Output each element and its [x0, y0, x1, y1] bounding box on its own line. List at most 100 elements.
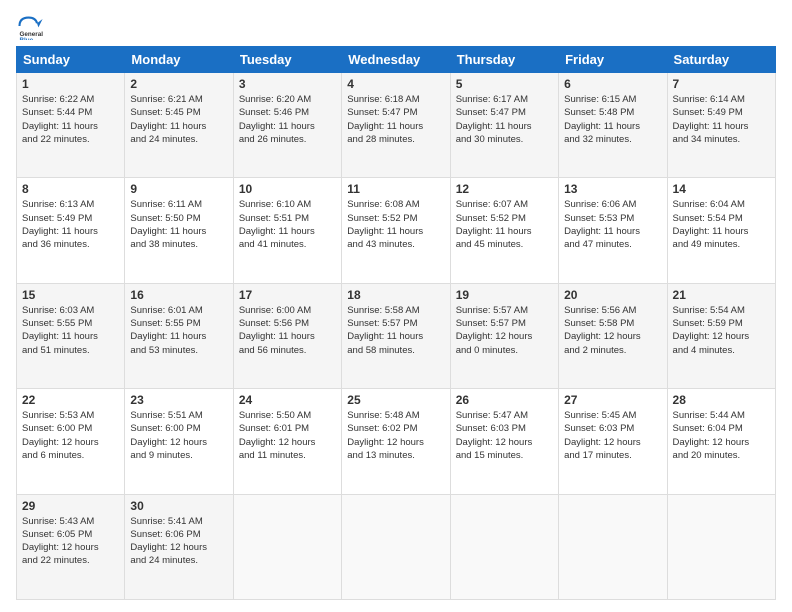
day-number: 21	[673, 288, 770, 302]
calendar-day-cell: 9 Sunrise: 6:11 AMSunset: 5:50 PMDayligh…	[125, 178, 233, 283]
calendar-day-cell	[342, 494, 450, 599]
calendar-day-cell: 24 Sunrise: 5:50 AMSunset: 6:01 PMDaylig…	[233, 389, 341, 494]
calendar-header-sunday: Sunday	[17, 47, 125, 73]
day-number: 8	[22, 182, 119, 196]
day-info: Sunrise: 6:17 AMSunset: 5:47 PMDaylight:…	[456, 94, 532, 145]
calendar-day-cell: 6 Sunrise: 6:15 AMSunset: 5:48 PMDayligh…	[559, 73, 667, 178]
day-number: 18	[347, 288, 444, 302]
day-number: 25	[347, 393, 444, 407]
day-info: Sunrise: 6:21 AMSunset: 5:45 PMDaylight:…	[130, 94, 206, 145]
day-info: Sunrise: 6:20 AMSunset: 5:46 PMDaylight:…	[239, 94, 315, 145]
calendar-day-cell: 11 Sunrise: 6:08 AMSunset: 5:52 PMDaylig…	[342, 178, 450, 283]
calendar-day-cell: 19 Sunrise: 5:57 AMSunset: 5:57 PMDaylig…	[450, 283, 558, 388]
calendar-week-row: 22 Sunrise: 5:53 AMSunset: 6:00 PMDaylig…	[17, 389, 776, 494]
calendar-day-cell: 29 Sunrise: 5:43 AMSunset: 6:05 PMDaylig…	[17, 494, 125, 599]
calendar-header-friday: Friday	[559, 47, 667, 73]
day-info: Sunrise: 5:41 AMSunset: 6:06 PMDaylight:…	[130, 516, 207, 567]
day-info: Sunrise: 5:48 AMSunset: 6:02 PMDaylight:…	[347, 410, 424, 461]
day-info: Sunrise: 5:57 AMSunset: 5:57 PMDaylight:…	[456, 305, 533, 356]
day-number: 23	[130, 393, 227, 407]
calendar-week-row: 29 Sunrise: 5:43 AMSunset: 6:05 PMDaylig…	[17, 494, 776, 599]
calendar-day-cell: 17 Sunrise: 6:00 AMSunset: 5:56 PMDaylig…	[233, 283, 341, 388]
calendar-day-cell: 2 Sunrise: 6:21 AMSunset: 5:45 PMDayligh…	[125, 73, 233, 178]
calendar-day-cell: 7 Sunrise: 6:14 AMSunset: 5:49 PMDayligh…	[667, 73, 775, 178]
day-info: Sunrise: 6:00 AMSunset: 5:56 PMDaylight:…	[239, 305, 315, 356]
day-info: Sunrise: 5:51 AMSunset: 6:00 PMDaylight:…	[130, 410, 207, 461]
calendar-day-cell: 1 Sunrise: 6:22 AMSunset: 5:44 PMDayligh…	[17, 73, 125, 178]
day-info: Sunrise: 5:54 AMSunset: 5:59 PMDaylight:…	[673, 305, 750, 356]
calendar-day-cell	[559, 494, 667, 599]
day-info: Sunrise: 5:45 AMSunset: 6:03 PMDaylight:…	[564, 410, 641, 461]
day-info: Sunrise: 5:43 AMSunset: 6:05 PMDaylight:…	[22, 516, 99, 567]
header: General Blue	[16, 12, 776, 40]
logo-icon: General Blue	[16, 12, 44, 40]
calendar-day-cell: 15 Sunrise: 6:03 AMSunset: 5:55 PMDaylig…	[17, 283, 125, 388]
day-number: 12	[456, 182, 553, 196]
calendar-day-cell: 25 Sunrise: 5:48 AMSunset: 6:02 PMDaylig…	[342, 389, 450, 494]
calendar-header-thursday: Thursday	[450, 47, 558, 73]
day-number: 30	[130, 499, 227, 513]
logo: General Blue	[16, 12, 48, 40]
day-info: Sunrise: 6:22 AMSunset: 5:44 PMDaylight:…	[22, 94, 98, 145]
day-number: 3	[239, 77, 336, 91]
calendar-day-cell: 30 Sunrise: 5:41 AMSunset: 6:06 PMDaylig…	[125, 494, 233, 599]
day-number: 9	[130, 182, 227, 196]
calendar-day-cell: 26 Sunrise: 5:47 AMSunset: 6:03 PMDaylig…	[450, 389, 558, 494]
day-number: 13	[564, 182, 661, 196]
day-number: 1	[22, 77, 119, 91]
day-number: 4	[347, 77, 444, 91]
day-info: Sunrise: 6:06 AMSunset: 5:53 PMDaylight:…	[564, 199, 640, 250]
calendar-day-cell: 27 Sunrise: 5:45 AMSunset: 6:03 PMDaylig…	[559, 389, 667, 494]
svg-text:Blue: Blue	[20, 37, 34, 40]
day-number: 5	[456, 77, 553, 91]
day-number: 27	[564, 393, 661, 407]
calendar-table: SundayMondayTuesdayWednesdayThursdayFrid…	[16, 46, 776, 600]
calendar-day-cell: 22 Sunrise: 5:53 AMSunset: 6:00 PMDaylig…	[17, 389, 125, 494]
day-info: Sunrise: 5:56 AMSunset: 5:58 PMDaylight:…	[564, 305, 641, 356]
day-info: Sunrise: 5:47 AMSunset: 6:03 PMDaylight:…	[456, 410, 533, 461]
day-info: Sunrise: 6:03 AMSunset: 5:55 PMDaylight:…	[22, 305, 98, 356]
day-number: 29	[22, 499, 119, 513]
day-number: 28	[673, 393, 770, 407]
calendar-header-row: SundayMondayTuesdayWednesdayThursdayFrid…	[17, 47, 776, 73]
day-number: 20	[564, 288, 661, 302]
calendar-day-cell: 16 Sunrise: 6:01 AMSunset: 5:55 PMDaylig…	[125, 283, 233, 388]
day-number: 15	[22, 288, 119, 302]
calendar-header-wednesday: Wednesday	[342, 47, 450, 73]
day-info: Sunrise: 6:01 AMSunset: 5:55 PMDaylight:…	[130, 305, 206, 356]
calendar-day-cell: 5 Sunrise: 6:17 AMSunset: 5:47 PMDayligh…	[450, 73, 558, 178]
calendar-day-cell: 28 Sunrise: 5:44 AMSunset: 6:04 PMDaylig…	[667, 389, 775, 494]
calendar-header-saturday: Saturday	[667, 47, 775, 73]
calendar-day-cell: 23 Sunrise: 5:51 AMSunset: 6:00 PMDaylig…	[125, 389, 233, 494]
calendar-day-cell	[450, 494, 558, 599]
calendar-day-cell: 21 Sunrise: 5:54 AMSunset: 5:59 PMDaylig…	[667, 283, 775, 388]
calendar-day-cell: 8 Sunrise: 6:13 AMSunset: 5:49 PMDayligh…	[17, 178, 125, 283]
calendar-day-cell: 20 Sunrise: 5:56 AMSunset: 5:58 PMDaylig…	[559, 283, 667, 388]
day-number: 7	[673, 77, 770, 91]
calendar-day-cell: 10 Sunrise: 6:10 AMSunset: 5:51 PMDaylig…	[233, 178, 341, 283]
day-number: 10	[239, 182, 336, 196]
day-number: 11	[347, 182, 444, 196]
day-info: Sunrise: 5:44 AMSunset: 6:04 PMDaylight:…	[673, 410, 750, 461]
day-number: 22	[22, 393, 119, 407]
calendar-header-monday: Monday	[125, 47, 233, 73]
day-number: 2	[130, 77, 227, 91]
day-info: Sunrise: 6:18 AMSunset: 5:47 PMDaylight:…	[347, 94, 423, 145]
day-info: Sunrise: 6:04 AMSunset: 5:54 PMDaylight:…	[673, 199, 749, 250]
day-info: Sunrise: 6:15 AMSunset: 5:48 PMDaylight:…	[564, 94, 640, 145]
day-info: Sunrise: 5:53 AMSunset: 6:00 PMDaylight:…	[22, 410, 99, 461]
day-number: 26	[456, 393, 553, 407]
day-info: Sunrise: 6:07 AMSunset: 5:52 PMDaylight:…	[456, 199, 532, 250]
calendar-day-cell	[233, 494, 341, 599]
calendar-week-row: 8 Sunrise: 6:13 AMSunset: 5:49 PMDayligh…	[17, 178, 776, 283]
day-number: 6	[564, 77, 661, 91]
calendar-week-row: 1 Sunrise: 6:22 AMSunset: 5:44 PMDayligh…	[17, 73, 776, 178]
day-info: Sunrise: 6:14 AMSunset: 5:49 PMDaylight:…	[673, 94, 749, 145]
day-number: 17	[239, 288, 336, 302]
day-info: Sunrise: 5:50 AMSunset: 6:01 PMDaylight:…	[239, 410, 316, 461]
day-info: Sunrise: 6:10 AMSunset: 5:51 PMDaylight:…	[239, 199, 315, 250]
day-info: Sunrise: 6:11 AMSunset: 5:50 PMDaylight:…	[130, 199, 206, 250]
page: General Blue SundayMondayTuesdayWednesda…	[0, 0, 792, 612]
calendar-day-cell: 12 Sunrise: 6:07 AMSunset: 5:52 PMDaylig…	[450, 178, 558, 283]
day-info: Sunrise: 6:08 AMSunset: 5:52 PMDaylight:…	[347, 199, 423, 250]
